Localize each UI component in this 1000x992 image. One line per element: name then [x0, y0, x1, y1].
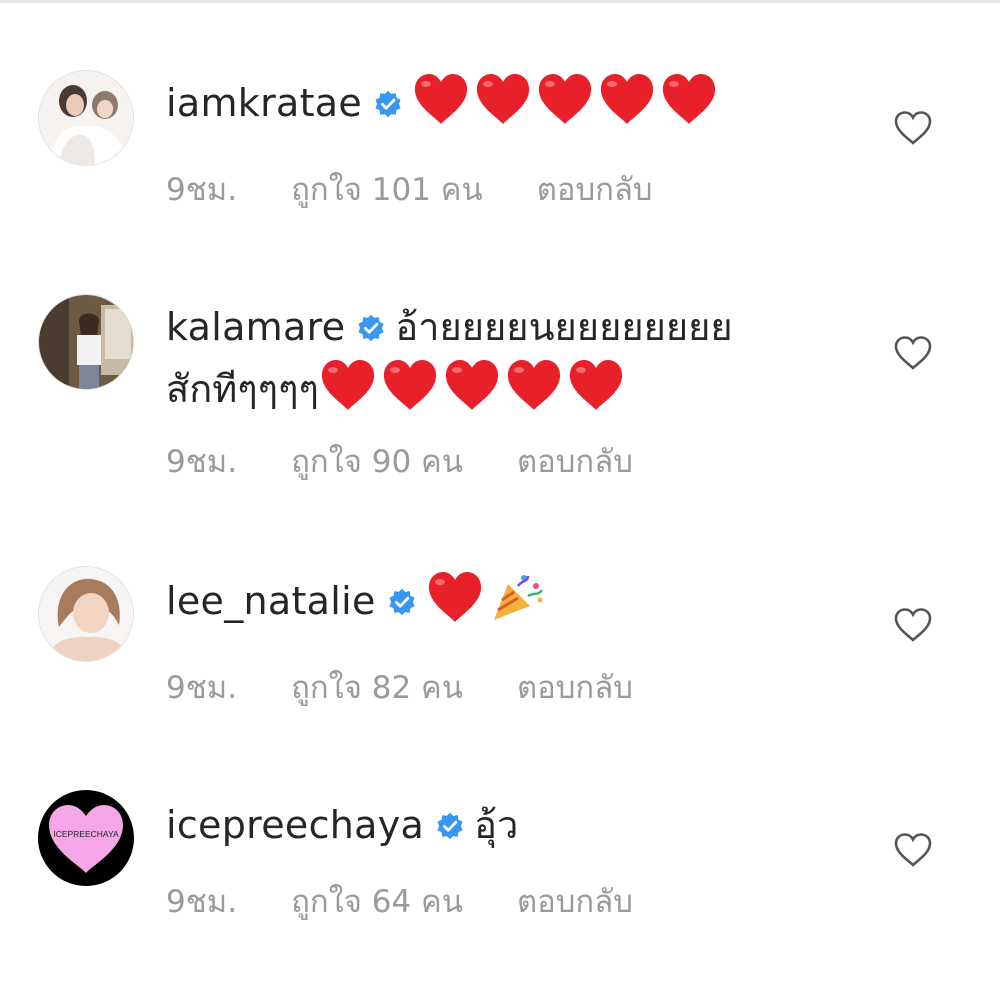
red-heart-emoji — [536, 72, 594, 126]
avatar-photo — [39, 71, 133, 165]
verified-badge-icon — [374, 90, 402, 118]
heart-emojis — [412, 72, 718, 126]
verified-badge-icon — [357, 314, 385, 342]
timestamp: 9ชม. — [166, 670, 238, 706]
like-heart-outline-icon[interactable] — [893, 832, 933, 868]
top-divider — [0, 0, 1000, 3]
red-heart-emoji — [474, 72, 532, 126]
likes-count[interactable]: ถูกใจ 82 คน — [291, 662, 463, 712]
red-heart-emoji — [598, 72, 656, 126]
heart-emojis — [319, 358, 625, 412]
avatar-heart-logo: ICEPREECHAYA — [39, 791, 133, 885]
username[interactable]: icepreechaya — [166, 803, 424, 847]
avatar-kalamare[interactable] — [38, 294, 134, 390]
reply-button[interactable]: ตอบกลับ — [517, 436, 633, 486]
timestamp: 9ชม. — [166, 444, 238, 480]
red-heart-emoji — [319, 358, 377, 412]
party-popper-emoji — [493, 575, 543, 620]
red-heart-emoji — [505, 358, 563, 412]
red-heart-emoji — [381, 358, 439, 412]
comment-meta: 9ชม. ถูกใจ 90 คน ตอบกลับ — [166, 436, 633, 486]
avatar-icepreechaya[interactable]: ICEPREECHAYA — [38, 790, 134, 886]
avatar-photo — [39, 567, 133, 661]
avatar-lee-natalie[interactable] — [38, 566, 134, 662]
like-heart-outline-icon[interactable] — [893, 110, 933, 146]
username[interactable]: lee_natalie — [166, 579, 376, 623]
like-heart-outline-icon[interactable] — [893, 335, 933, 371]
red-heart-emoji — [660, 72, 718, 126]
reply-button[interactable]: ตอบกลับ — [517, 662, 633, 712]
comment-text-continued: สักทีๆๆๆๆ — [166, 367, 319, 411]
comment-meta: 9ชม. ถูกใจ 82 คน ตอบกลับ — [166, 662, 633, 712]
avatar-photo — [39, 295, 133, 389]
likes-count[interactable]: ถูกใจ 101 คน — [291, 164, 483, 214]
comment-text: อ้ายยยยนยยยยยยยย — [395, 305, 733, 349]
comment-meta: 9ชม. ถูกใจ 64 คน ตอบกลับ — [166, 876, 633, 926]
red-heart-emoji — [426, 570, 484, 624]
username[interactable]: iamkratae — [166, 81, 362, 125]
red-heart-emoji — [412, 72, 470, 126]
comment-text: อุ้ว — [474, 803, 519, 847]
like-heart-outline-icon[interactable] — [893, 607, 933, 643]
avatar-logo-text: ICEPREECHAYA — [53, 829, 119, 839]
likes-count[interactable]: ถูกใจ 90 คน — [291, 436, 463, 486]
username[interactable]: kalamare — [166, 305, 345, 349]
timestamp: 9ชม. — [166, 172, 238, 208]
avatar-iamkratae[interactable] — [38, 70, 134, 166]
reply-button[interactable]: ตอบกลับ — [537, 164, 653, 214]
emojis — [426, 570, 546, 624]
likes-count[interactable]: ถูกใจ 64 คน — [291, 876, 463, 926]
verified-badge-icon — [388, 588, 416, 616]
reply-button[interactable]: ตอบกลับ — [517, 876, 633, 926]
comment-meta: 9ชม. ถูกใจ 101 คน ตอบกลับ — [166, 164, 653, 214]
verified-badge-icon — [436, 812, 464, 840]
red-heart-emoji — [567, 358, 625, 412]
timestamp: 9ชม. — [166, 884, 238, 920]
red-heart-emoji — [443, 358, 501, 412]
